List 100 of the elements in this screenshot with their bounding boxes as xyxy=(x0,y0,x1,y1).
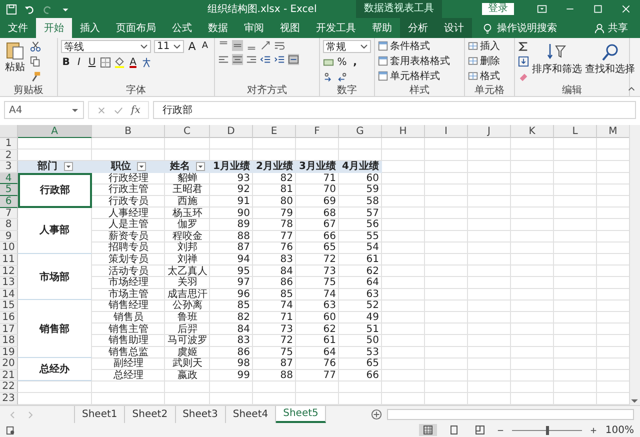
column-header[interactable]: A xyxy=(18,125,92,138)
comma-style-button[interactable]: , xyxy=(350,56,360,69)
row-header[interactable]: 8 xyxy=(0,219,18,231)
row-header[interactable]: 12 xyxy=(0,266,18,278)
row-header[interactable]: 18 xyxy=(0,335,18,347)
underline-button[interactable]: U xyxy=(87,56,97,69)
ribbon-tab[interactable]: 公式 xyxy=(164,18,200,38)
styles-menu-button[interactable]: 单元格样式 xyxy=(378,70,461,82)
row-header[interactable]: 7 xyxy=(0,208,18,220)
bold-button[interactable]: B xyxy=(61,56,71,69)
ribbon-tab[interactable]: 设计 xyxy=(436,18,472,38)
undo-icon[interactable] xyxy=(24,4,35,14)
row-header[interactable]: 1 xyxy=(0,138,18,150)
currency-icon[interactable] xyxy=(323,57,334,68)
tell-me-search[interactable]: 操作说明搜索 xyxy=(493,18,561,38)
formula-field[interactable]: 行政部 xyxy=(153,101,636,119)
shrink-font-button[interactable]: A xyxy=(200,40,210,53)
maximize-icon[interactable] xyxy=(593,4,603,14)
column-header[interactable]: E xyxy=(253,125,296,138)
decrease-indent-icon[interactable] xyxy=(260,54,271,65)
horizontal-align-icon[interactable] xyxy=(246,54,257,65)
scissors-icon[interactable] xyxy=(30,41,41,52)
styles-menu-button[interactable]: 条件格式 xyxy=(378,40,461,52)
column-header[interactable]: I xyxy=(425,125,468,138)
ribbon-tab[interactable]: 文件 xyxy=(0,18,36,38)
name-box[interactable]: A4 xyxy=(4,101,84,119)
row-header[interactable]: 4 xyxy=(0,172,18,184)
row-header[interactable]: 22 xyxy=(0,381,18,394)
vertical-align-icon[interactable] xyxy=(232,40,243,51)
increase-decimal-icon[interactable] xyxy=(323,72,334,83)
row-header[interactable]: 20 xyxy=(0,358,18,370)
normal-view-icon[interactable] xyxy=(419,424,438,436)
percent-button[interactable]: % xyxy=(337,56,347,69)
share-button[interactable]: 共享 xyxy=(605,18,640,38)
sort-filter-button[interactable]: 排序和筛选 xyxy=(532,40,582,83)
row-header[interactable]: 10 xyxy=(0,242,18,254)
column-header[interactable]: K xyxy=(511,125,554,138)
increase-indent-icon[interactable] xyxy=(274,54,285,65)
row-header[interactable]: 6 xyxy=(0,196,18,208)
row-header[interactable]: 21 xyxy=(0,370,18,382)
find-select-button[interactable]: 查找和选择 xyxy=(585,40,635,83)
ribbon-tab[interactable]: 审阅 xyxy=(236,18,272,38)
row-header[interactable]: 9 xyxy=(0,230,18,242)
save-icon[interactable] xyxy=(6,4,17,14)
orientation-icon[interactable] xyxy=(260,40,271,51)
horizontal-align-icon[interactable] xyxy=(232,54,243,65)
column-header[interactable]: M xyxy=(597,125,630,138)
row-header[interactable]: 17 xyxy=(0,324,18,336)
fill-bucket-icon[interactable] xyxy=(114,57,125,68)
format-painter-icon[interactable] xyxy=(30,71,41,82)
horizontal-scrollbar[interactable] xyxy=(387,409,634,420)
paste-button[interactable]: 粘贴 xyxy=(3,40,27,83)
copy-icon[interactable] xyxy=(30,56,41,67)
vertical-scrollbar[interactable] xyxy=(629,125,640,405)
merge-cells-icon[interactable] xyxy=(288,54,299,65)
column-header[interactable]: J xyxy=(468,125,511,138)
zoom-in-icon[interactable] xyxy=(590,426,598,434)
row-header[interactable]: 3 xyxy=(0,161,18,173)
filter-button[interactable] xyxy=(64,162,72,172)
decrease-decimal-icon[interactable] xyxy=(337,72,348,83)
insert-function-button[interactable]: fx xyxy=(131,104,140,116)
horizontal-align-icon[interactable] xyxy=(218,54,229,65)
macro-record-icon[interactable] xyxy=(6,426,15,434)
font-color-button[interactable]: A xyxy=(128,56,138,69)
row-header[interactable]: 11 xyxy=(0,254,18,266)
font-size-field[interactable]: 11 xyxy=(154,40,184,53)
ribbon-tab[interactable]: 开发工具 xyxy=(308,18,364,38)
column-header[interactable]: F xyxy=(296,125,339,138)
column-header[interactable]: C xyxy=(165,125,210,138)
sheet-tab[interactable]: Sheet5 xyxy=(276,406,326,423)
styles-menu-button[interactable]: 套用表格格式 xyxy=(378,55,461,67)
ribbon-tab[interactable]: 帮助 xyxy=(364,18,400,38)
fill-down-icon[interactable] xyxy=(518,56,529,67)
phonetic-icon[interactable] xyxy=(141,57,152,68)
column-header[interactable]: D xyxy=(210,125,253,138)
ribbon-tab[interactable]: 视图 xyxy=(272,18,308,38)
login-button[interactable]: 登录 xyxy=(482,3,514,15)
column-header[interactable]: H xyxy=(382,125,425,138)
ribbon-display-icon[interactable] xyxy=(537,4,547,14)
ribbon-tab[interactable]: 分析 xyxy=(400,18,436,38)
wrap-text-icon[interactable] xyxy=(274,40,285,51)
sum-icon[interactable] xyxy=(518,41,529,52)
row-header[interactable]: 23 xyxy=(0,393,18,405)
row-header[interactable]: 16 xyxy=(0,312,18,324)
cells-menu-button[interactable]: 插入 xyxy=(468,40,511,52)
column-header[interactable]: B xyxy=(92,125,165,138)
row-header[interactable]: 2 xyxy=(0,150,18,162)
check-icon[interactable] xyxy=(114,106,123,114)
ribbon-tab[interactable]: 页面布局 xyxy=(108,18,164,38)
cells-menu-button[interactable]: 删除 xyxy=(468,55,511,67)
ribbon-tab[interactable]: 数据 xyxy=(200,18,236,38)
row-header[interactable]: 14 xyxy=(0,288,18,300)
row-header[interactable]: 15 xyxy=(0,300,18,312)
number-format-field[interactable]: 常规 xyxy=(323,40,371,53)
cells-menu-button[interactable]: 格式 xyxy=(468,70,511,82)
collapse-ribbon-icon[interactable] xyxy=(627,84,636,93)
column-header[interactable]: G xyxy=(339,125,382,138)
row-header[interactable]: 5 xyxy=(0,184,18,196)
ribbon-tab[interactable]: 插入 xyxy=(72,18,108,38)
filter-button[interactable] xyxy=(196,162,205,172)
